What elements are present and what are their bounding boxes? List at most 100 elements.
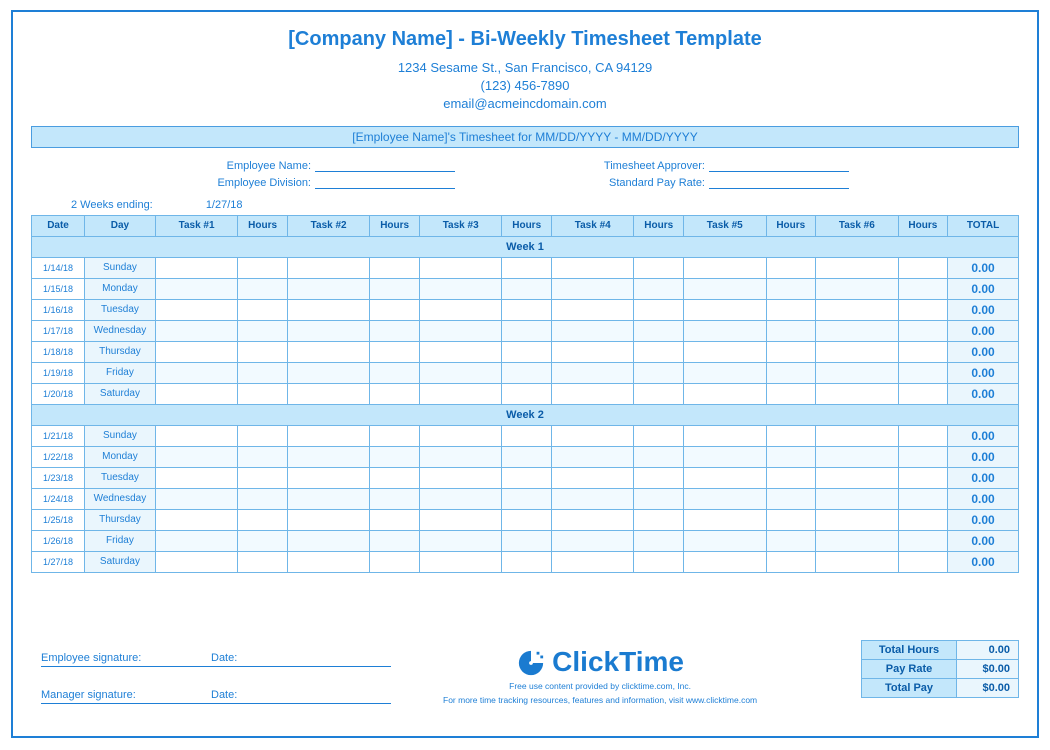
cell-hours[interactable]: [898, 362, 948, 383]
cell-task[interactable]: [816, 425, 899, 446]
cell-hours[interactable]: [766, 446, 816, 467]
cell-hours[interactable]: [634, 425, 684, 446]
cell-task[interactable]: [419, 467, 502, 488]
cell-task[interactable]: [551, 341, 634, 362]
cell-hours[interactable]: [238, 467, 288, 488]
payrate-field[interactable]: [709, 175, 849, 189]
cell-hours[interactable]: [238, 446, 288, 467]
cell-hours[interactable]: [238, 362, 288, 383]
cell-task[interactable]: [816, 383, 899, 404]
cell-task[interactable]: [816, 509, 899, 530]
mgr-sig-line[interactable]: [41, 703, 391, 704]
cell-task[interactable]: [287, 341, 370, 362]
cell-hours[interactable]: [898, 383, 948, 404]
cell-hours[interactable]: [898, 551, 948, 572]
cell-hours[interactable]: [370, 551, 420, 572]
cell-task[interactable]: [816, 362, 899, 383]
cell-hours[interactable]: [634, 257, 684, 278]
cell-task[interactable]: [684, 383, 767, 404]
cell-hours[interactable]: [370, 467, 420, 488]
cell-hours[interactable]: [238, 383, 288, 404]
cell-task[interactable]: [155, 488, 238, 509]
cell-hours[interactable]: [502, 425, 552, 446]
cell-task[interactable]: [287, 488, 370, 509]
cell-task[interactable]: [551, 362, 634, 383]
cell-hours[interactable]: [370, 530, 420, 551]
cell-hours[interactable]: [898, 257, 948, 278]
cell-hours[interactable]: [502, 320, 552, 341]
cell-task[interactable]: [287, 530, 370, 551]
cell-hours[interactable]: [502, 257, 552, 278]
cell-task[interactable]: [419, 383, 502, 404]
cell-task[interactable]: [155, 446, 238, 467]
cell-task[interactable]: [684, 467, 767, 488]
cell-task[interactable]: [684, 530, 767, 551]
emp-div-field[interactable]: [315, 175, 455, 189]
cell-hours[interactable]: [502, 446, 552, 467]
cell-hours[interactable]: [898, 341, 948, 362]
cell-task[interactable]: [155, 530, 238, 551]
cell-task[interactable]: [155, 551, 238, 572]
cell-task[interactable]: [287, 446, 370, 467]
cell-hours[interactable]: [370, 278, 420, 299]
cell-task[interactable]: [684, 278, 767, 299]
cell-task[interactable]: [816, 341, 899, 362]
cell-task[interactable]: [419, 425, 502, 446]
cell-task[interactable]: [155, 299, 238, 320]
cell-task[interactable]: [419, 551, 502, 572]
cell-task[interactable]: [816, 299, 899, 320]
cell-hours[interactable]: [766, 362, 816, 383]
cell-task[interactable]: [155, 425, 238, 446]
cell-hours[interactable]: [634, 509, 684, 530]
cell-task[interactable]: [684, 257, 767, 278]
cell-task[interactable]: [816, 257, 899, 278]
cell-task[interactable]: [419, 446, 502, 467]
cell-hours[interactable]: [502, 530, 552, 551]
cell-hours[interactable]: [238, 509, 288, 530]
cell-hours[interactable]: [898, 509, 948, 530]
cell-task[interactable]: [551, 530, 634, 551]
cell-hours[interactable]: [634, 551, 684, 572]
cell-hours[interactable]: [502, 551, 552, 572]
cell-hours[interactable]: [766, 467, 816, 488]
cell-hours[interactable]: [634, 299, 684, 320]
cell-hours[interactable]: [634, 467, 684, 488]
cell-hours[interactable]: [238, 278, 288, 299]
cell-hours[interactable]: [634, 320, 684, 341]
cell-task[interactable]: [419, 278, 502, 299]
cell-hours[interactable]: [766, 509, 816, 530]
cell-task[interactable]: [155, 257, 238, 278]
cell-hours[interactable]: [502, 383, 552, 404]
cell-task[interactable]: [551, 551, 634, 572]
cell-hours[interactable]: [238, 257, 288, 278]
cell-task[interactable]: [551, 488, 634, 509]
cell-task[interactable]: [551, 320, 634, 341]
cell-task[interactable]: [287, 509, 370, 530]
cell-task[interactable]: [155, 383, 238, 404]
cell-task[interactable]: [419, 341, 502, 362]
cell-task[interactable]: [155, 320, 238, 341]
cell-task[interactable]: [684, 488, 767, 509]
cell-hours[interactable]: [634, 488, 684, 509]
cell-hours[interactable]: [898, 488, 948, 509]
cell-hours[interactable]: [502, 341, 552, 362]
cell-hours[interactable]: [370, 257, 420, 278]
cell-hours[interactable]: [370, 299, 420, 320]
cell-hours[interactable]: [370, 446, 420, 467]
cell-task[interactable]: [551, 257, 634, 278]
cell-task[interactable]: [684, 425, 767, 446]
cell-hours[interactable]: [898, 299, 948, 320]
cell-hours[interactable]: [370, 320, 420, 341]
cell-task[interactable]: [816, 446, 899, 467]
approver-field[interactable]: [709, 158, 849, 172]
cell-hours[interactable]: [634, 530, 684, 551]
cell-task[interactable]: [155, 467, 238, 488]
cell-hours[interactable]: [766, 299, 816, 320]
cell-task[interactable]: [684, 551, 767, 572]
cell-hours[interactable]: [634, 362, 684, 383]
cell-task[interactable]: [287, 278, 370, 299]
cell-task[interactable]: [816, 530, 899, 551]
cell-task[interactable]: [551, 425, 634, 446]
cell-task[interactable]: [684, 341, 767, 362]
cell-hours[interactable]: [634, 446, 684, 467]
